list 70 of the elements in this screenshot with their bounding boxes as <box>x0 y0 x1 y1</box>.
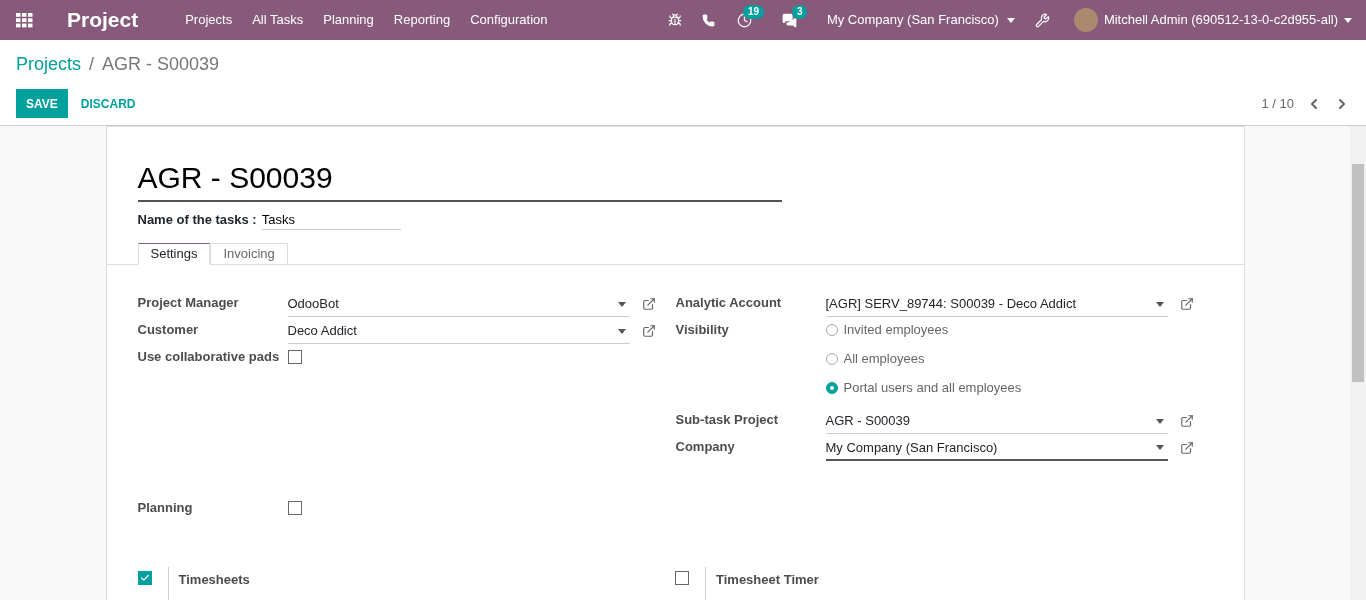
field-label: Name of the tasks : <box>137 211 257 230</box>
save-button[interactable]: SAVE <box>16 89 68 118</box>
menu-item[interactable]: Planning <box>323 10 374 30</box>
tools-icon[interactable] <box>1034 12 1050 28</box>
breadcrumb-link[interactable]: Projects <box>16 51 82 78</box>
caret-icon <box>617 301 626 307</box>
external-link-icon[interactable] <box>1179 413 1194 428</box>
dropdown-field[interactable]: [AGR] SERV_89744: S00039 - Deco Addict <box>825 292 1168 317</box>
menu-item[interactable]: Reporting <box>393 10 451 30</box>
radio-label: Invited employees <box>843 320 949 339</box>
caret-icon <box>1006 17 1015 23</box>
radio-button[interactable] <box>825 381 838 394</box>
caret-icon <box>1155 301 1164 307</box>
discard-button[interactable]: DISCARD <box>67 89 149 118</box>
caret-icon <box>1155 445 1164 450</box>
tab[interactable]: Invoicing <box>210 243 288 265</box>
field-label: Visibility <box>675 320 730 339</box>
dropdown-field[interactable]: AGR - S00039 <box>825 409 1168 434</box>
user-avatar <box>1073 8 1098 32</box>
checkmark-icon <box>139 572 150 583</box>
phone-icon[interactable] <box>701 13 715 27</box>
field-value: Deco Addict <box>287 322 357 341</box>
messages-icon[interactable] <box>781 12 797 28</box>
dropdown-field[interactable]: My Company (San Francisco) <box>825 436 1168 461</box>
radio-label: Portal users and all employees <box>843 378 1022 397</box>
user-menu[interactable]: Mitchell Admin (690512-13-0-c2d955-all) <box>1073 8 1352 32</box>
caret-icon <box>617 328 626 334</box>
field-label: Planning <box>137 498 194 517</box>
radio-button[interactable] <box>825 323 838 336</box>
menu-item[interactable]: Configuration <box>470 10 548 30</box>
field-label: Sub-task Project <box>675 410 780 429</box>
tab[interactable]: Settings <box>137 243 211 265</box>
field-value: [AGR] SERV_89744: S00039 - Deco Addict <box>825 295 1077 314</box>
pager-value: 1 / 10 <box>1261 94 1294 113</box>
field-value: My Company (San Francisco) <box>825 438 998 457</box>
company-switcher[interactable]: My Company (San Francisco) <box>826 10 1015 30</box>
dropdown-field[interactable]: OdooBot <box>287 292 630 317</box>
external-link-icon[interactable] <box>641 296 656 311</box>
checkbox[interactable] <box>287 500 302 515</box>
tasks-name-field[interactable]: Tasks <box>261 210 401 230</box>
setting-title: Timesheet Timer <box>716 571 819 587</box>
checkbox[interactable] <box>137 570 152 585</box>
debug-icon[interactable] <box>667 13 682 27</box>
caret-icon <box>1155 418 1164 424</box>
external-link-icon[interactable] <box>1179 440 1194 455</box>
breadcrumb-current: AGR - S00039 <box>102 53 220 76</box>
apps-menu-icon[interactable] <box>16 12 33 28</box>
caret-icon <box>1344 17 1352 23</box>
field-label: Use collaborative pads <box>137 347 281 366</box>
field-label: Customer <box>137 320 200 339</box>
setting-title: Timesheets <box>178 571 250 587</box>
checkbox[interactable] <box>675 570 689 585</box>
app-title[interactable]: Project <box>67 4 139 36</box>
breadcrumb-separator: / <box>89 53 95 76</box>
project-title-field[interactable]: AGR - S00039 <box>137 158 782 202</box>
external-link-icon[interactable] <box>641 323 656 338</box>
radio-button[interactable] <box>825 352 838 365</box>
field-value: OdooBot <box>287 295 339 314</box>
menu-item[interactable]: Projects <box>185 10 233 30</box>
field-value: AGR - S00039 <box>825 412 911 431</box>
field-label: Company <box>675 437 736 456</box>
activity-count-badge: 19 <box>742 4 765 19</box>
radio-label: All employees <box>843 349 925 368</box>
checkbox[interactable] <box>287 349 302 364</box>
menu-item[interactable]: All Tasks <box>252 10 304 30</box>
message-count-badge: 3 <box>791 4 808 19</box>
field-label: Analytic Account <box>675 293 783 312</box>
field-label: Project Manager <box>137 293 240 312</box>
dropdown-field[interactable]: Deco Addict <box>287 319 630 344</box>
external-link-icon[interactable] <box>1179 296 1194 311</box>
